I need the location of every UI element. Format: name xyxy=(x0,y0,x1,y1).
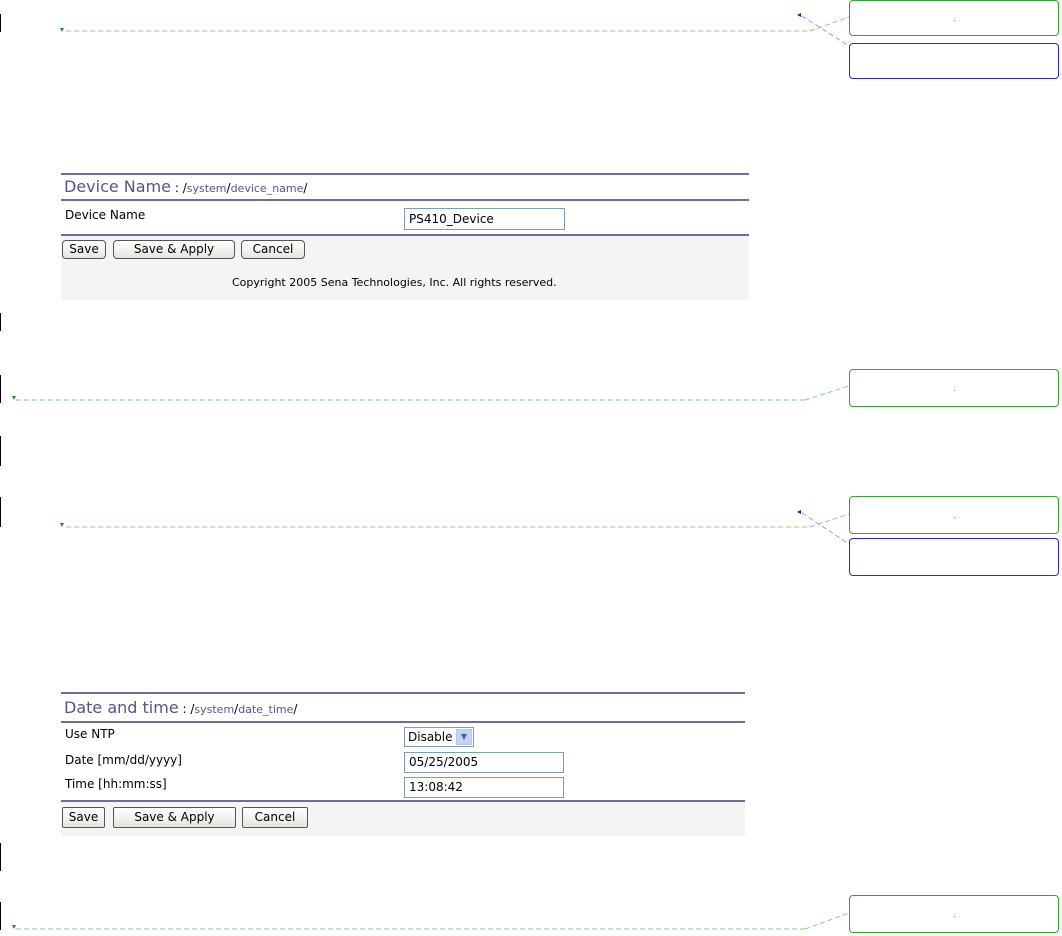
comment-balloon[interactable] xyxy=(849,369,1059,407)
change-bar xyxy=(0,843,1,871)
button-row: Save Save & Apply Cancel xyxy=(61,802,745,828)
comment-balloon[interactable] xyxy=(849,538,1059,576)
path-leaf-link[interactable]: date_time xyxy=(238,703,293,716)
date-row: Date [mm/dd/yyyy] 05/25/2005 xyxy=(61,750,745,773)
panel-header: Date and time : /system/date_time/ xyxy=(61,692,745,723)
insertion-marker-icon xyxy=(12,396,16,400)
date-label: Date [mm/dd/yyyy] xyxy=(65,753,182,767)
use-ntp-row: Use NTP Disable ▼ xyxy=(61,723,745,750)
change-bar xyxy=(0,497,1,527)
cancel-button[interactable]: Cancel xyxy=(241,240,305,259)
comment-balloon[interactable] xyxy=(849,895,1059,933)
time-label: Time [hh:mm:ss] xyxy=(65,777,167,791)
date-time-panel: Date and time : /system/date_time/ Use N… xyxy=(61,692,745,836)
comment-balloon[interactable] xyxy=(849,0,1059,36)
device-name-label: Device Name xyxy=(65,208,146,222)
insertion-marker-icon xyxy=(60,523,64,527)
change-bar xyxy=(0,436,1,466)
settings-rows: Device Name PS410_Device xyxy=(61,201,749,236)
save-button[interactable]: Save xyxy=(62,807,105,828)
path-system-link[interactable]: system xyxy=(194,703,234,716)
panel-header: Device Name : /system/device_name/ xyxy=(61,173,749,201)
save-apply-button[interactable]: Save & Apply xyxy=(113,807,236,828)
comment-anchor-icon xyxy=(797,510,801,514)
panel-title: Device Name xyxy=(64,177,172,196)
settings-rows: Use NTP Disable ▼ Date [mm/dd/yyyy] 05/2… xyxy=(61,723,745,802)
cancel-button[interactable]: Cancel xyxy=(242,807,308,828)
use-ntp-select[interactable]: Disable ▼ xyxy=(404,727,474,747)
use-ntp-label: Use NTP xyxy=(65,727,115,741)
insertion-marker-icon xyxy=(60,28,64,32)
change-bar xyxy=(0,313,1,331)
date-input[interactable]: 05/25/2005 xyxy=(404,752,564,773)
path-leaf-link[interactable]: device_name xyxy=(231,182,304,195)
use-ntp-selected-value: Disable xyxy=(408,730,453,744)
path-system-link[interactable]: system xyxy=(187,182,227,195)
save-apply-button[interactable]: Save & Apply xyxy=(113,240,235,259)
insertion-marker-icon xyxy=(12,925,16,929)
time-input[interactable]: 13:08:42 xyxy=(404,777,564,798)
change-bar xyxy=(0,14,1,32)
device-name-input[interactable]: PS410_Device xyxy=(404,208,565,230)
comment-balloon[interactable] xyxy=(849,496,1059,534)
device-name-row: Device Name PS410_Device xyxy=(61,201,749,234)
save-button[interactable]: Save xyxy=(62,240,106,259)
change-bar xyxy=(0,902,1,930)
chevron-down-icon[interactable]: ▼ xyxy=(456,729,472,745)
button-row: Save Save & Apply Cancel xyxy=(61,236,749,260)
change-bar xyxy=(0,375,1,403)
panel-title: Date and time xyxy=(64,698,179,717)
comment-balloon[interactable] xyxy=(849,43,1059,79)
time-row: Time [hh:mm:ss] 13:08:42 xyxy=(61,773,745,800)
device-name-panel: Device Name : /system/device_name/ Devic… xyxy=(61,173,749,300)
comment-anchor-icon xyxy=(797,13,801,17)
copyright-text: Copyright 2005 Sena Technologies, Inc. A… xyxy=(232,276,557,289)
